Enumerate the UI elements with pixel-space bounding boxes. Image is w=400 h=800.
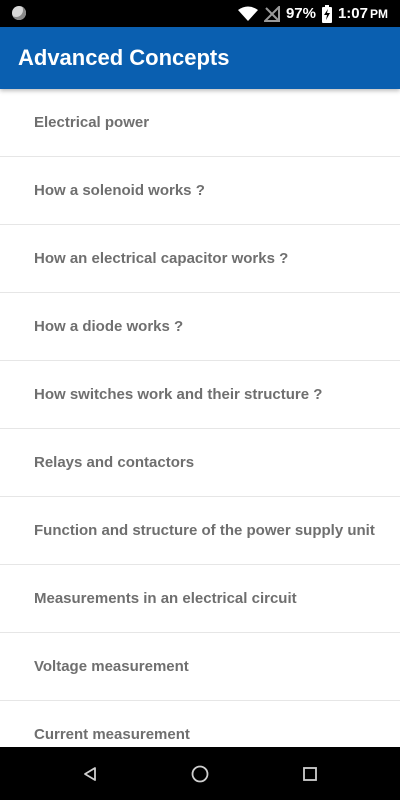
home-button[interactable] [180, 754, 220, 794]
list-item[interactable]: Function and structure of the power supp… [0, 497, 400, 565]
app-bar: Advanced Concepts [0, 27, 400, 89]
list-item[interactable]: How switches work and their structure ? [0, 361, 400, 429]
home-icon [191, 765, 209, 782]
list-item[interactable]: How an electrical capacitor works ? [0, 225, 400, 293]
clock: 1:07 PM [338, 5, 388, 22]
topic-list[interactable]: Electrical power How a solenoid works ? … [0, 89, 400, 747]
list-item-label: Voltage measurement [34, 658, 189, 675]
clock-ampm: PM [370, 7, 388, 21]
clock-time: 1:07 [337, 5, 368, 22]
list-item-label: How a solenoid works ? [34, 182, 205, 199]
no-signal-icon [263, 5, 280, 22]
page-title: Advanced Concepts [18, 45, 230, 70]
list-item-label: How switches work and their structure ? [34, 386, 323, 403]
list-item-label: How an electrical capacitor works ? [34, 250, 289, 267]
list-item-label: Relays and contactors [34, 454, 195, 471]
system-nav-bar [0, 747, 400, 800]
list-item[interactable]: Current measurement [0, 701, 400, 747]
list-item-label: Function and structure of the power supp… [34, 522, 375, 539]
list-item[interactable]: How a diode works ? [0, 293, 400, 361]
list-item-label: How a diode works ? [34, 318, 184, 335]
list-item[interactable]: Relays and contactors [0, 429, 400, 497]
status-bar: 97% 1:07 PM [0, 0, 400, 27]
back-button[interactable] [70, 754, 110, 794]
recents-button[interactable] [290, 754, 330, 794]
list-item-label: Measurements in an electrical circuit [34, 590, 297, 607]
status-indicators: 97% 1:07 PM [237, 0, 388, 27]
list-item[interactable]: Electrical power [0, 89, 400, 157]
battery-percent: 97% [285, 5, 316, 22]
list-item[interactable]: Voltage measurement [0, 633, 400, 701]
notification-icon [12, 6, 26, 20]
list-item-label: Electrical power [34, 114, 150, 131]
battery-charging-icon [321, 4, 332, 23]
list-item-label: Current measurement [34, 726, 190, 743]
back-icon [84, 766, 96, 781]
recents-icon [303, 766, 317, 781]
list-item[interactable]: How a solenoid works ? [0, 157, 400, 225]
list-item[interactable]: Measurements in an electrical circuit [0, 565, 400, 633]
wifi-icon [237, 6, 258, 21]
